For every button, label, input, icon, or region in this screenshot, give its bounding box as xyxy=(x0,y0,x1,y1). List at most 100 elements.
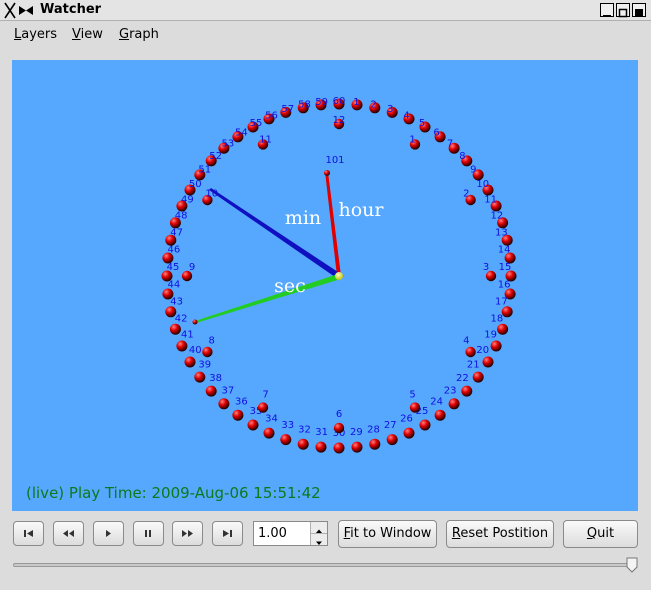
rewind-button[interactable] xyxy=(53,521,84,546)
outer-ring-node[interactable] xyxy=(263,427,275,439)
skip-to-start-icon xyxy=(24,530,33,537)
outer-ring-node[interactable] xyxy=(232,409,244,421)
outer-ring-label: 20 xyxy=(476,345,489,356)
second-marker-node[interactable] xyxy=(192,319,198,325)
visualization-canvas[interactable]: 1 2 3 4 5 6 7 8 9 10 11 12 13 14 15 16 17 18 19 20 21 22 23 24 2… xyxy=(12,60,638,511)
outer-ring-node[interactable] xyxy=(315,441,327,453)
rewind-icon xyxy=(63,530,74,537)
chevron-down-icon xyxy=(316,541,322,545)
outer-ring-node[interactable] xyxy=(419,419,431,431)
inner-ring-node[interactable] xyxy=(333,422,345,434)
menu-layers[interactable]: Layers xyxy=(14,27,57,42)
inner-ring-node[interactable] xyxy=(202,346,213,358)
spin-down-button[interactable] xyxy=(311,534,327,545)
play-button[interactable] xyxy=(93,521,124,546)
fit-to-window-button[interactable]: Fit to Window xyxy=(338,520,437,548)
outer-ring-node[interactable] xyxy=(165,306,177,318)
hour-marker-node[interactable] xyxy=(324,170,330,176)
timeline-slider-handle[interactable] xyxy=(626,557,638,573)
pause-icon xyxy=(145,530,151,537)
outer-ring-node[interactable] xyxy=(205,385,217,397)
outer-ring-node[interactable] xyxy=(333,442,345,454)
outer-ring-node[interactable] xyxy=(501,306,513,318)
menu-layers-label: ayers xyxy=(21,27,58,42)
outer-ring-node[interactable] xyxy=(461,385,473,397)
outer-ring-label: 31 xyxy=(315,427,328,438)
hour-hand xyxy=(325,176,341,276)
outer-ring-label: 49 xyxy=(181,195,194,206)
skip-to-start-button[interactable] xyxy=(13,521,44,546)
outer-ring-node[interactable] xyxy=(176,340,188,352)
outer-ring-node[interactable] xyxy=(351,441,363,453)
fast-forward-button[interactable] xyxy=(172,521,203,546)
menu-graph[interactable]: Graph xyxy=(119,27,159,42)
pause-button[interactable] xyxy=(133,521,164,546)
outer-ring-label: 1 xyxy=(353,97,359,108)
skip-to-end-button[interactable] xyxy=(212,521,243,546)
outer-ring-label: 10 xyxy=(476,179,489,190)
outer-ring-label: 41 xyxy=(181,330,194,341)
outer-ring-label: 60 xyxy=(333,96,346,107)
fit-to-window-label: it to Window xyxy=(350,526,432,541)
inner-ring-label: 7 xyxy=(262,389,268,400)
outer-ring-node[interactable] xyxy=(386,434,398,446)
outer-ring-node[interactable] xyxy=(169,323,181,335)
outer-ring-node[interactable] xyxy=(218,398,230,410)
outer-ring-label: 42 xyxy=(175,313,188,324)
second-hand-label: sec xyxy=(274,275,306,297)
inner-ring-node[interactable] xyxy=(409,402,421,413)
inner-ring-label: 3 xyxy=(483,262,489,273)
maximize-icon[interactable] xyxy=(616,3,630,18)
close-icon[interactable] xyxy=(632,3,646,17)
outer-ring-node[interactable] xyxy=(448,398,460,410)
outer-ring-label: 23 xyxy=(444,385,457,396)
inner-ring-label: 12 xyxy=(333,115,346,126)
menu-view-mnemonic: V xyxy=(72,27,81,42)
outer-ring-node[interactable] xyxy=(369,438,381,450)
skip-to-end-icon xyxy=(223,530,232,537)
outer-ring-label: 22 xyxy=(456,373,469,384)
outer-ring-label: 53 xyxy=(222,139,235,150)
outer-ring-node[interactable] xyxy=(184,356,196,368)
minimize-icon[interactable] xyxy=(600,3,614,17)
outer-ring-label: 39 xyxy=(198,360,211,371)
outer-ring-node[interactable] xyxy=(194,371,206,383)
outer-ring-node[interactable] xyxy=(472,371,484,383)
outer-ring-label: 14 xyxy=(498,245,511,256)
outer-ring-node[interactable] xyxy=(403,427,415,439)
outer-ring-node[interactable] xyxy=(497,323,509,335)
outer-ring-node[interactable] xyxy=(297,438,309,450)
x-bowtie-icon[interactable] xyxy=(3,2,37,19)
clock-graph[interactable]: 1 2 34567891011121314151617181920212223242… xyxy=(12,60,638,511)
clock-hub xyxy=(335,272,343,280)
outer-ring-node[interactable] xyxy=(434,409,446,421)
outer-ring-label: 21 xyxy=(467,360,480,371)
outer-ring-label: 45 xyxy=(167,262,180,273)
outer-ring-label: 5 xyxy=(419,118,425,129)
outer-ring-node[interactable] xyxy=(490,340,502,352)
speed-input[interactable] xyxy=(256,524,312,543)
inner-ring-label: 5 xyxy=(409,389,415,400)
speed-spinbox[interactable] xyxy=(253,521,328,546)
outer-ring-node[interactable] xyxy=(280,434,292,446)
outer-ring-label: 7 xyxy=(447,139,453,150)
outer-ring-node[interactable] xyxy=(247,419,259,431)
inner-ring-node[interactable] xyxy=(257,402,269,413)
outer-ring-label: 34 xyxy=(265,414,278,425)
outer-ring-node[interactable] xyxy=(482,356,494,368)
fast-forward-icon xyxy=(182,530,193,537)
outer-ring-label: 50 xyxy=(189,179,202,190)
timeline-slider-track[interactable] xyxy=(13,563,637,567)
menu-view[interactable]: View xyxy=(72,27,103,42)
reset-position-button[interactable]: Reset Postition xyxy=(446,520,554,548)
quit-button[interactable]: Quit xyxy=(563,520,638,548)
menu-graph-mnemonic: G xyxy=(119,27,130,42)
outer-ring-label: 16 xyxy=(498,279,511,290)
inner-ring-node[interactable] xyxy=(465,346,476,358)
spin-up-button[interactable] xyxy=(311,522,327,534)
outer-ring-label: 12 xyxy=(491,211,504,222)
second-hand xyxy=(195,273,341,323)
inner-ring-label: 8 xyxy=(209,336,215,347)
outer-ring-label: 17 xyxy=(495,297,508,308)
menu-view-label: iew xyxy=(80,27,103,42)
